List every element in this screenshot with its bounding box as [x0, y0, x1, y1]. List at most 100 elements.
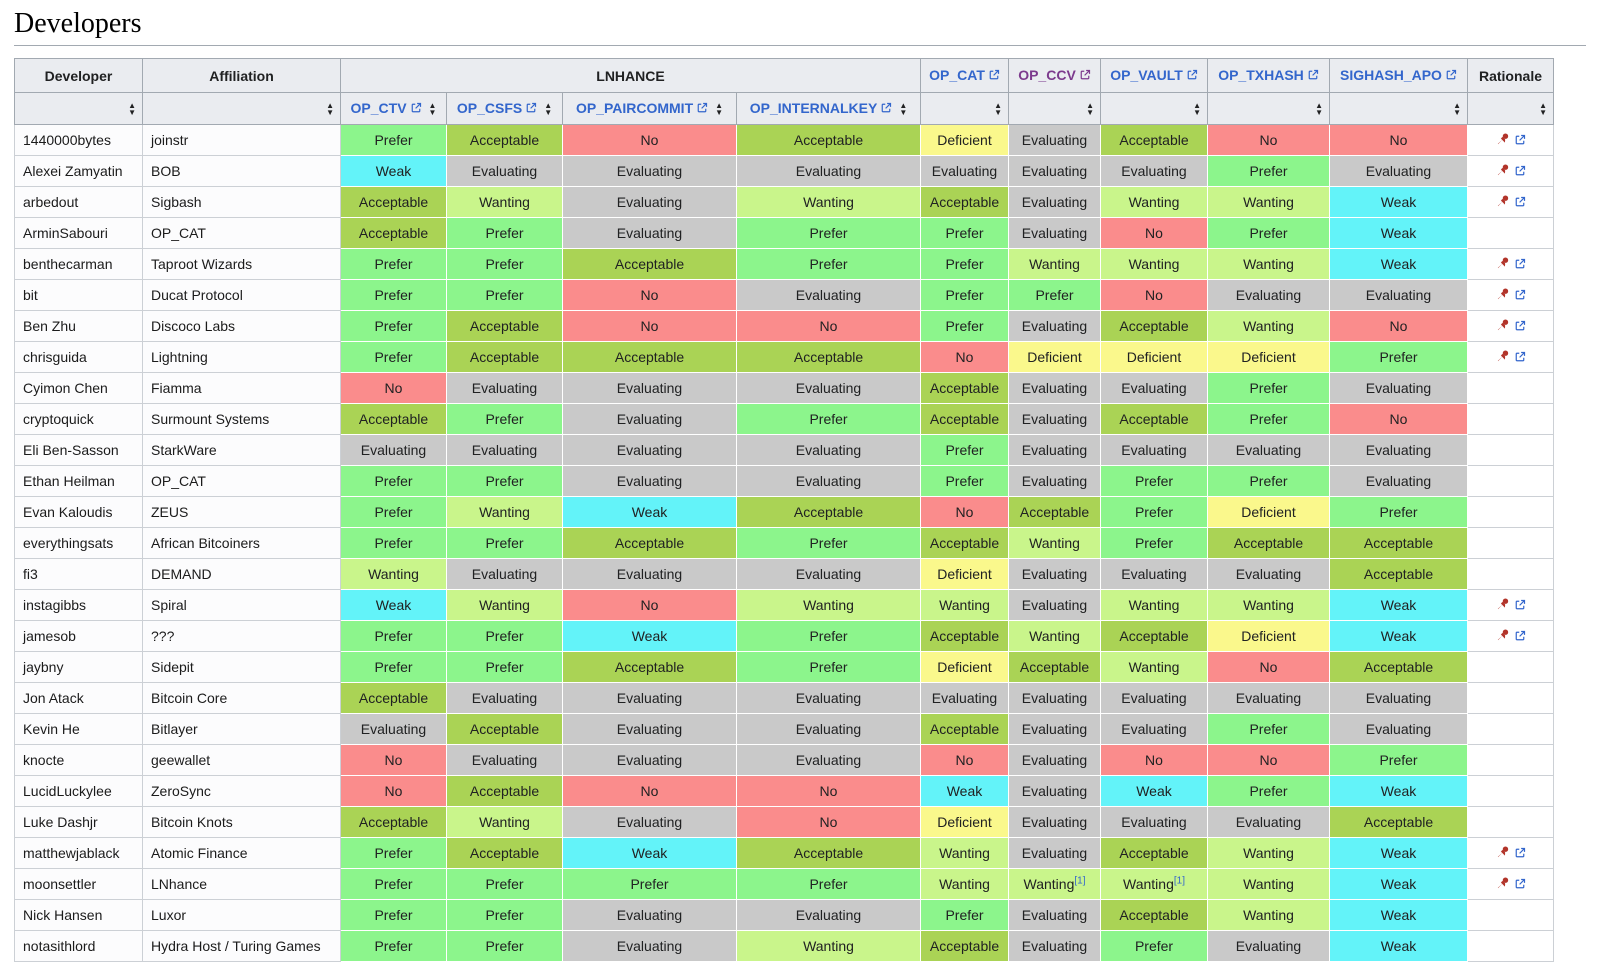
sort-arrows-icon[interactable]: ▲▼: [1539, 102, 1547, 116]
rating-cell-op_txhash: Wanting: [1208, 187, 1330, 218]
column-header-label: Developer: [45, 68, 113, 84]
rating-cell-op_paircommit: Evaluating: [563, 900, 737, 931]
column-header-op-vault[interactable]: OP_VAULT: [1101, 59, 1208, 93]
rating-cell-op_paircommit: Evaluating: [563, 714, 737, 745]
external-link-icon[interactable]: [1514, 289, 1526, 301]
pushpin-icon[interactable]: [1496, 194, 1510, 208]
op-ctv-link[interactable]: OP_CTV: [351, 100, 422, 117]
sort-arrows-icon[interactable]: ▲▼: [1086, 102, 1094, 116]
sort-arrows-icon[interactable]: ▲▼: [715, 102, 723, 116]
affiliation-cell: Sidepit: [143, 652, 341, 683]
external-link-icon[interactable]: [1514, 134, 1526, 146]
pushpin-icon[interactable]: [1496, 318, 1510, 332]
op-internalkey-link[interactable]: OP_INTERNALKEY: [750, 100, 893, 117]
rationale-cell: [1468, 497, 1554, 528]
column-header-op-ccv[interactable]: OP_CCV: [1009, 59, 1101, 93]
op-ccv-link[interactable]: OP_CCV: [1018, 67, 1091, 83]
column-header-sighash-apo[interactable]: SIGHASH_APO: [1330, 59, 1468, 93]
sort-arrows-icon[interactable]: ▲▼: [544, 102, 552, 116]
sort-header-op-cat[interactable]: ▲▼: [921, 93, 1009, 125]
external-link-icon[interactable]: [1514, 351, 1526, 363]
external-link-icon: [410, 101, 422, 117]
pushpin-icon[interactable]: [1496, 876, 1510, 890]
link-label: OP_TXHASH: [1218, 67, 1304, 83]
pushpin-icon[interactable]: [1496, 349, 1510, 363]
pushpin-icon[interactable]: [1496, 597, 1510, 611]
external-link-icon[interactable]: [1514, 630, 1526, 642]
column-header-op-cat[interactable]: OP_CAT: [921, 59, 1009, 93]
sort-arrows-icon[interactable]: ▲▼: [1193, 102, 1201, 116]
table-header-row-1: Developer Affiliation LNHANCE OP_CAT OP_…: [15, 59, 1554, 93]
developer-cell: chrisguida: [15, 342, 143, 373]
affiliation-cell: Luxor: [143, 900, 341, 931]
table-body: 1440000bytesjoinstrPreferAcceptableNoAcc…: [15, 125, 1554, 962]
rating-cell-op_vault: Evaluating: [1101, 559, 1208, 590]
footnote-link[interactable]: [1]: [1174, 875, 1185, 886]
table-row: knoctegeewalletNoEvaluatingEvaluatingEva…: [15, 745, 1554, 776]
external-link-icon[interactable]: [1514, 320, 1526, 332]
sort-arrows-icon[interactable]: ▲▼: [899, 102, 907, 116]
sort-arrows-icon[interactable]: ▲▼: [326, 102, 334, 116]
column-header-op-internalkey[interactable]: OP_INTERNALKEY ▲▼: [737, 93, 921, 125]
sort-header-developer[interactable]: ▲▼: [15, 93, 143, 125]
rating-cell-op_ctv: No: [341, 745, 447, 776]
pushpin-icon[interactable]: [1496, 256, 1510, 270]
rating-cell-op_txhash: Evaluating: [1208, 683, 1330, 714]
column-header-op-paircommit[interactable]: OP_PAIRCOMMIT ▲▼: [563, 93, 737, 125]
sort-arrows-icon[interactable]: ▲▼: [994, 102, 1002, 116]
sort-arrows-icon[interactable]: ▲▼: [1453, 102, 1461, 116]
pushpin-icon[interactable]: [1496, 845, 1510, 859]
footnote-link[interactable]: [1]: [1074, 875, 1085, 886]
external-link-icon[interactable]: [1514, 258, 1526, 270]
rating-cell-op_csfs: Wanting: [447, 187, 563, 218]
pushpin-icon[interactable]: [1496, 628, 1510, 642]
pushpin-icon[interactable]: [1496, 287, 1510, 301]
rating-cell-op_cat: Acceptable: [921, 187, 1009, 218]
rating-cell-op_txhash: Deficient: [1208, 342, 1330, 373]
external-link-icon[interactable]: [1514, 847, 1526, 859]
external-link-icon[interactable]: [1514, 599, 1526, 611]
sort-header-sighash-apo[interactable]: ▲▼: [1330, 93, 1468, 125]
rating-cell-sighash_apo: Prefer: [1330, 497, 1468, 528]
rating-cell-op_internalkey: Acceptable: [737, 838, 921, 869]
column-header-affiliation[interactable]: Affiliation: [143, 59, 341, 93]
rating-cell-op_vault: Acceptable: [1101, 311, 1208, 342]
op-csfs-link[interactable]: OP_CSFS: [457, 100, 537, 117]
sighash-apo-link[interactable]: SIGHASH_APO: [1340, 67, 1457, 83]
rating-cell-op_ctv: Prefer: [341, 528, 447, 559]
sort-header-op-ccv[interactable]: ▲▼: [1009, 93, 1101, 125]
rating-cell-op_ccv: Evaluating: [1009, 683, 1101, 714]
table-row: Ben ZhuDiscoco LabsPreferAcceptableNoNoP…: [15, 311, 1554, 342]
op-vault-link[interactable]: OP_VAULT: [1110, 67, 1198, 83]
rating-cell-sighash_apo: Evaluating: [1330, 373, 1468, 404]
column-header-op-ctv[interactable]: OP_CTV ▲▼: [341, 93, 447, 125]
external-link-icon[interactable]: [1514, 878, 1526, 890]
column-header-op-txhash[interactable]: OP_TXHASH: [1208, 59, 1330, 93]
external-link-icon[interactable]: [1514, 196, 1526, 208]
pushpin-icon[interactable]: [1496, 132, 1510, 146]
rating-cell-op_vault: Evaluating: [1101, 156, 1208, 187]
rating-cell-op_txhash: Wanting: [1208, 869, 1330, 900]
rationale-cell: [1468, 683, 1554, 714]
table-row: LucidLuckyleeZeroSyncNoAcceptableNoNoWea…: [15, 776, 1554, 807]
external-link-icon[interactable]: [1514, 165, 1526, 177]
pushpin-icon[interactable]: [1496, 163, 1510, 177]
op-cat-link[interactable]: OP_CAT: [929, 67, 1000, 83]
sort-header-op-vault[interactable]: ▲▼: [1101, 93, 1208, 125]
rating-cell-op_txhash: Acceptable: [1208, 528, 1330, 559]
rating-cell-op_cat: Weak: [921, 776, 1009, 807]
sort-header-rationale[interactable]: ▲▼: [1468, 93, 1554, 125]
sort-arrows-icon[interactable]: ▲▼: [128, 102, 136, 116]
external-link-icon: [1079, 68, 1091, 84]
sort-header-affiliation[interactable]: ▲▼: [143, 93, 341, 125]
rating-cell-op_internalkey: Wanting: [737, 187, 921, 218]
sort-arrows-icon[interactable]: ▲▼: [1315, 102, 1323, 116]
op-txhash-link[interactable]: OP_TXHASH: [1218, 67, 1319, 83]
sort-arrows-icon[interactable]: ▲▼: [429, 102, 437, 116]
sort-header-op-txhash[interactable]: ▲▼: [1208, 93, 1330, 125]
developer-cell: Cyimon Chen: [15, 373, 143, 404]
op-paircommit-link[interactable]: OP_PAIRCOMMIT: [576, 100, 708, 117]
column-header-developer[interactable]: Developer: [15, 59, 143, 93]
column-header-op-csfs[interactable]: OP_CSFS ▲▼: [447, 93, 563, 125]
rating-cell-op_internalkey: Prefer: [737, 621, 921, 652]
